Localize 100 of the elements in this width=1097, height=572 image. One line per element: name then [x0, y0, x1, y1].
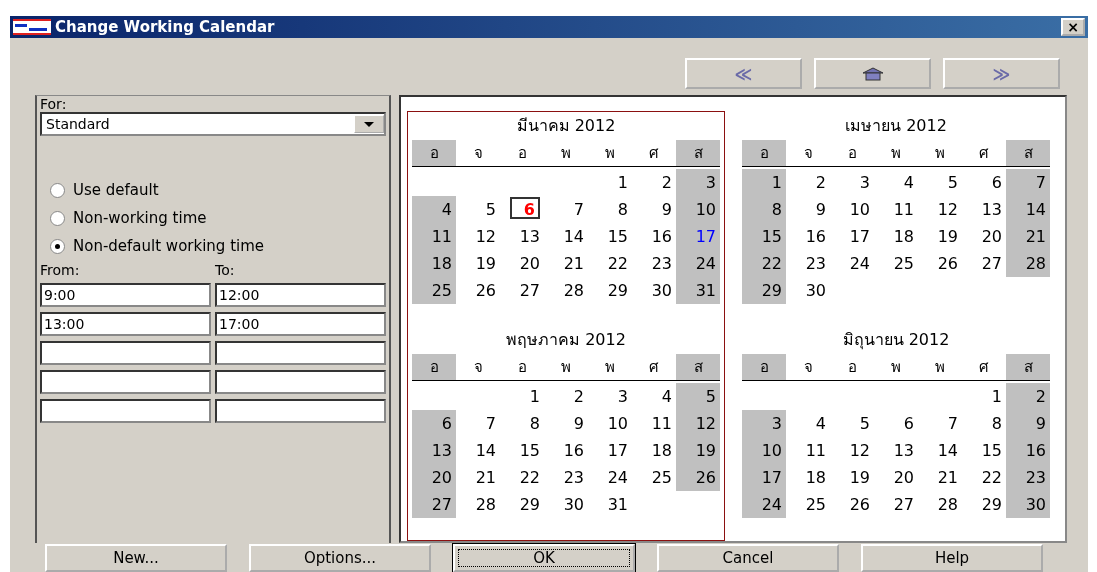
- calendar-day[interactable]: 16: [544, 437, 588, 464]
- calendar-day[interactable]: 29: [588, 277, 632, 304]
- calendar-day[interactable]: 8: [962, 410, 1006, 437]
- calendar-day[interactable]: 15: [742, 223, 786, 250]
- calendar-day[interactable]: 5: [456, 196, 500, 223]
- radio-option[interactable]: Non-default working time: [40, 232, 386, 260]
- calendar-day[interactable]: 24: [588, 464, 632, 491]
- calendar-day[interactable]: 3: [676, 169, 720, 196]
- calendar-day[interactable]: 14: [918, 437, 962, 464]
- calendar-day[interactable]: 2: [544, 383, 588, 410]
- calendar-day[interactable]: 14: [544, 223, 588, 250]
- calendar-day[interactable]: 15: [588, 223, 632, 250]
- calendar-day[interactable]: 27: [500, 277, 544, 304]
- calendar-day[interactable]: 17: [830, 223, 874, 250]
- calendar-day[interactable]: 1: [500, 383, 544, 410]
- calendar-day[interactable]: 26: [456, 277, 500, 304]
- calendar-day[interactable]: 13: [874, 437, 918, 464]
- to-time-field[interactable]: 17:00: [215, 312, 386, 336]
- calendar-day[interactable]: 17: [742, 464, 786, 491]
- to-time-field[interactable]: 12:00: [215, 283, 386, 307]
- calendar-day[interactable]: 2: [632, 169, 676, 196]
- close-button[interactable]: ×: [1061, 18, 1085, 36]
- calendar-day[interactable]: 25: [412, 277, 456, 304]
- calendar-day[interactable]: 21: [1006, 223, 1050, 250]
- dialog-button[interactable]: OK: [453, 544, 635, 572]
- radio-option[interactable]: Use default: [40, 176, 386, 204]
- calendar-day[interactable]: 1: [588, 169, 632, 196]
- calendar-day[interactable]: 1: [962, 383, 1006, 410]
- calendar-day[interactable]: 29: [962, 491, 1006, 518]
- calendar-day[interactable]: 6: [962, 169, 1006, 196]
- calendar-day[interactable]: 2: [1006, 383, 1050, 410]
- calendar-day[interactable]: 12: [830, 437, 874, 464]
- calendar-day[interactable]: 19: [830, 464, 874, 491]
- calendar-day[interactable]: 22: [742, 250, 786, 277]
- to-time-field[interactable]: [215, 370, 386, 394]
- from-time-field[interactable]: 9:00: [40, 283, 211, 307]
- calendar-day[interactable]: 16: [632, 223, 676, 250]
- calendar-day[interactable]: 16: [786, 223, 830, 250]
- calendar-day[interactable]: 17: [588, 437, 632, 464]
- calendar-day[interactable]: 26: [830, 491, 874, 518]
- calendar-day[interactable]: 4: [874, 169, 918, 196]
- calendar-day[interactable]: 19: [676, 437, 720, 464]
- calendar-day[interactable]: 11: [874, 196, 918, 223]
- calendar-day[interactable]: 7: [544, 196, 588, 223]
- calendar-day[interactable]: 6: [510, 197, 540, 219]
- calendar-day[interactable]: 22: [962, 464, 1006, 491]
- calendar-day[interactable]: 31: [588, 491, 632, 518]
- calendar-day[interactable]: 20: [500, 250, 544, 277]
- calendar-day[interactable]: 12: [676, 410, 720, 437]
- calendar-day[interactable]: 4: [786, 410, 830, 437]
- calendar-day[interactable]: 21: [456, 464, 500, 491]
- calendar-day[interactable]: 14: [456, 437, 500, 464]
- calendar-day[interactable]: 3: [588, 383, 632, 410]
- calendar-day[interactable]: 22: [500, 464, 544, 491]
- calendar-day[interactable]: 6: [874, 410, 918, 437]
- calendar-day[interactable]: 29: [742, 277, 786, 304]
- calendar-day[interactable]: 15: [962, 437, 1006, 464]
- calendar-day[interactable]: 24: [742, 491, 786, 518]
- from-time-field[interactable]: [40, 341, 211, 365]
- calendar-day[interactable]: 28: [456, 491, 500, 518]
- calendar-day[interactable]: 4: [412, 196, 456, 223]
- today-button[interactable]: [814, 58, 931, 89]
- calendar-day[interactable]: 8: [500, 410, 544, 437]
- dialog-button[interactable]: Help: [861, 544, 1043, 572]
- calendar-day[interactable]: 22: [588, 250, 632, 277]
- calendar-day[interactable]: 10: [742, 437, 786, 464]
- calendar-day[interactable]: 20: [874, 464, 918, 491]
- calendar-day[interactable]: 11: [786, 437, 830, 464]
- calendar-day[interactable]: 23: [544, 464, 588, 491]
- calendar-day[interactable]: 15: [500, 437, 544, 464]
- calendar-day[interactable]: 30: [786, 277, 830, 304]
- calendar-day[interactable]: 4: [632, 383, 676, 410]
- calendar-day[interactable]: 16: [1006, 437, 1050, 464]
- to-time-field[interactable]: [215, 399, 386, 423]
- calendar-day[interactable]: 9: [786, 196, 830, 223]
- calendar-day[interactable]: 13: [500, 223, 544, 250]
- calendar-day[interactable]: 25: [786, 491, 830, 518]
- calendar-day[interactable]: 9: [632, 196, 676, 223]
- calendar-day[interactable]: 31: [676, 277, 720, 304]
- calendar-day[interactable]: 27: [412, 491, 456, 518]
- calendar-day[interactable]: 9: [544, 410, 588, 437]
- calendar-day[interactable]: 30: [632, 277, 676, 304]
- calendar-day[interactable]: 5: [918, 169, 962, 196]
- calendar-day[interactable]: 5: [830, 410, 874, 437]
- from-time-field[interactable]: 13:00: [40, 312, 211, 336]
- calendar-day[interactable]: 28: [544, 277, 588, 304]
- calendar-day[interactable]: 24: [830, 250, 874, 277]
- calendar-day[interactable]: 21: [544, 250, 588, 277]
- calendar-day[interactable]: 26: [676, 464, 720, 491]
- to-time-field[interactable]: [215, 341, 386, 365]
- calendar-day[interactable]: 10: [676, 196, 720, 223]
- dialog-button[interactable]: New...: [45, 544, 227, 572]
- calendar-day[interactable]: 29: [500, 491, 544, 518]
- calendar-day[interactable]: 1: [742, 169, 786, 196]
- calendar-day[interactable]: 6: [412, 410, 456, 437]
- calendar-day[interactable]: 2: [786, 169, 830, 196]
- radio-option[interactable]: Non-working time: [40, 204, 386, 232]
- calendar-day[interactable]: 10: [588, 410, 632, 437]
- calendar-day[interactable]: 28: [918, 491, 962, 518]
- calendar-dropdown[interactable]: Standard: [40, 112, 386, 136]
